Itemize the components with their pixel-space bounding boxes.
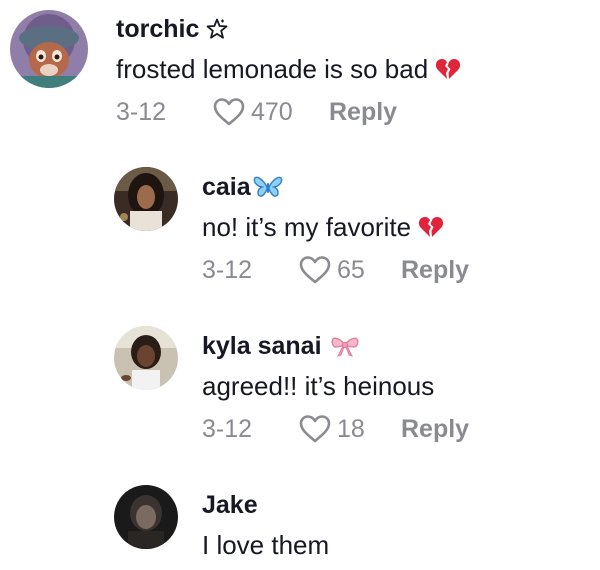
star-outline-icon xyxy=(205,17,229,41)
comment-text-content: I love them xyxy=(202,530,330,560)
comment-meta: 3-12 65 Reply xyxy=(202,250,469,290)
comment-text: agreed!! it’s heinous xyxy=(202,370,469,402)
avatar[interactable] xyxy=(10,10,88,88)
like-count: 65 xyxy=(337,255,365,284)
reply-button[interactable]: Reply xyxy=(401,256,469,285)
comment-meta: 3-12 18 Reply xyxy=(202,409,469,449)
avatar-image xyxy=(114,326,178,390)
comment-text-content: no! it’s my favorite xyxy=(202,212,412,242)
heart-outline-icon xyxy=(213,98,245,126)
comment-username[interactable]: kyla sanai xyxy=(202,331,469,361)
like-button[interactable]: 18 xyxy=(298,414,401,444)
comment-content: Jake I love them xyxy=(202,490,329,561)
comment-username[interactable]: torchic xyxy=(116,14,461,44)
avatar-image xyxy=(114,485,178,549)
blue-butterfly-icon xyxy=(253,175,283,199)
comment-date: 3-12 xyxy=(116,97,167,126)
broken-heart-icon xyxy=(435,57,461,81)
avatar[interactable] xyxy=(114,167,178,231)
comment-date: 3-12 xyxy=(202,414,253,443)
broken-heart-icon xyxy=(418,215,444,239)
avatar-image xyxy=(10,10,88,88)
comment-text: no! it’s my favorite xyxy=(202,211,469,243)
like-count: 470 xyxy=(251,97,293,126)
heart-outline-icon xyxy=(299,256,331,284)
comment-content: kyla sanai agreed!! it’s heinous 3-12 18… xyxy=(202,331,469,449)
username-text: Jake xyxy=(202,491,258,519)
comment-text: I love them xyxy=(202,529,329,561)
avatar[interactable] xyxy=(114,485,178,549)
comment-content: torchic frosted lemonade is so bad 3-12 xyxy=(116,14,461,132)
username-text: kyla sanai xyxy=(202,332,322,360)
reply-button[interactable]: Reply xyxy=(329,98,397,127)
comment-text-content: agreed!! it’s heinous xyxy=(202,371,435,401)
comment-text: frosted lemonade is so bad xyxy=(116,53,461,85)
reply-button[interactable]: Reply xyxy=(401,415,469,444)
comment-content: caia no! it’s my favorite 3-12 65 Reply xyxy=(202,172,469,290)
like-button[interactable]: 65 xyxy=(298,255,401,285)
like-count: 18 xyxy=(337,414,365,443)
username-text: torchic xyxy=(116,15,200,43)
comment-text-content: frosted lemonade is so bad xyxy=(116,54,429,84)
avatar[interactable] xyxy=(114,326,178,390)
comment-username[interactable]: Jake xyxy=(202,490,329,520)
comment-username[interactable]: caia xyxy=(202,172,469,202)
heart-outline-icon xyxy=(299,415,331,443)
username-text: caia xyxy=(202,173,251,201)
comment-meta: 3-12 470 Reply xyxy=(116,92,461,132)
like-button[interactable]: 470 xyxy=(212,97,329,127)
pink-ribbon-icon xyxy=(330,334,360,358)
comment-date: 3-12 xyxy=(202,255,253,284)
avatar-image xyxy=(114,167,178,231)
